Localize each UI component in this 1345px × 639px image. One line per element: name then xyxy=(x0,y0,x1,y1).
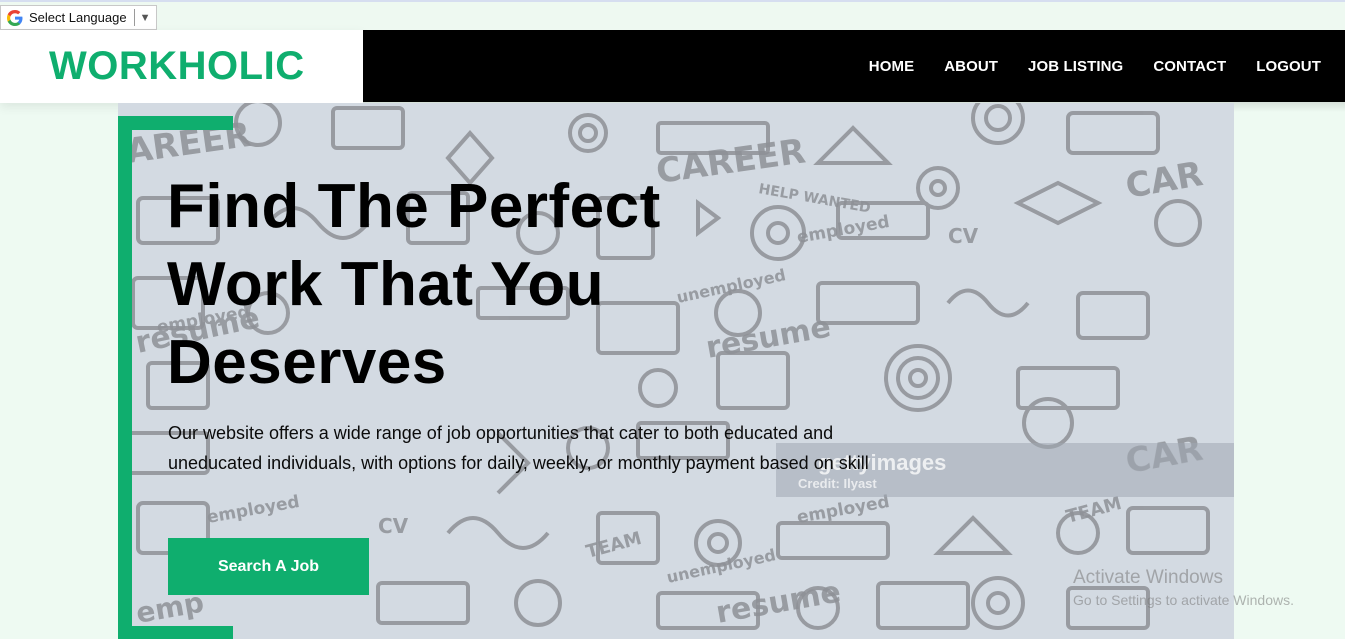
nav-home[interactable]: HOME xyxy=(869,58,914,75)
main-nav: HOME ABOUT JOB LISTING CONTACT LOGOUT xyxy=(363,30,1345,102)
hero-description: Our website offers a wide range of job o… xyxy=(168,423,869,473)
language-select-divider xyxy=(133,9,135,26)
svg-text:CV: CV xyxy=(378,514,409,538)
activate-windows-title: Activate Windows xyxy=(1073,567,1223,588)
hero-headline: Find The Perfect Work That You Deserves xyxy=(167,168,767,402)
brand-container: WORKHOLIC xyxy=(0,30,363,103)
nav-logout[interactable]: LOGOUT xyxy=(1256,58,1321,75)
svg-text:TEAM: TEAM xyxy=(584,528,644,563)
headline-line-2: Work That You xyxy=(167,250,605,319)
dropdown-arrow-icon[interactable]: ▼ xyxy=(140,12,151,24)
svg-text:CAR: CAR xyxy=(1123,154,1206,207)
translate-bar: Select Language ▼ xyxy=(0,0,1345,30)
svg-text:employed: employed xyxy=(795,212,891,248)
hero-frame-left xyxy=(118,116,132,639)
nav-job-listing[interactable]: JOB LISTING xyxy=(1028,58,1123,75)
search-job-button[interactable]: Search A Job xyxy=(168,538,369,595)
language-select-label: Select Language xyxy=(29,10,127,25)
google-g-icon xyxy=(5,8,25,28)
nav-contact[interactable]: CONTACT xyxy=(1153,58,1226,75)
hero-frame-bottom xyxy=(118,626,233,639)
watermark-credit: Credit: Ilyast xyxy=(798,476,877,491)
svg-text:resume: resume xyxy=(713,575,843,631)
svg-text:CV: CV xyxy=(948,224,979,248)
hero-frame-top xyxy=(118,116,233,130)
site-logo[interactable]: WORKHOLIC xyxy=(49,44,305,89)
headline-line-1: Find The Perfect xyxy=(167,172,661,241)
svg-text:employed: employed xyxy=(205,492,301,528)
language-select[interactable]: Select Language ▼ xyxy=(0,5,157,30)
activate-windows-subtitle: Go to Settings to activate Windows. xyxy=(1073,592,1294,608)
nav-about[interactable]: ABOUT xyxy=(944,58,998,75)
svg-text:HELP WANTED: HELP WANTED xyxy=(757,181,871,216)
headline-line-3: Deserves xyxy=(167,328,447,397)
